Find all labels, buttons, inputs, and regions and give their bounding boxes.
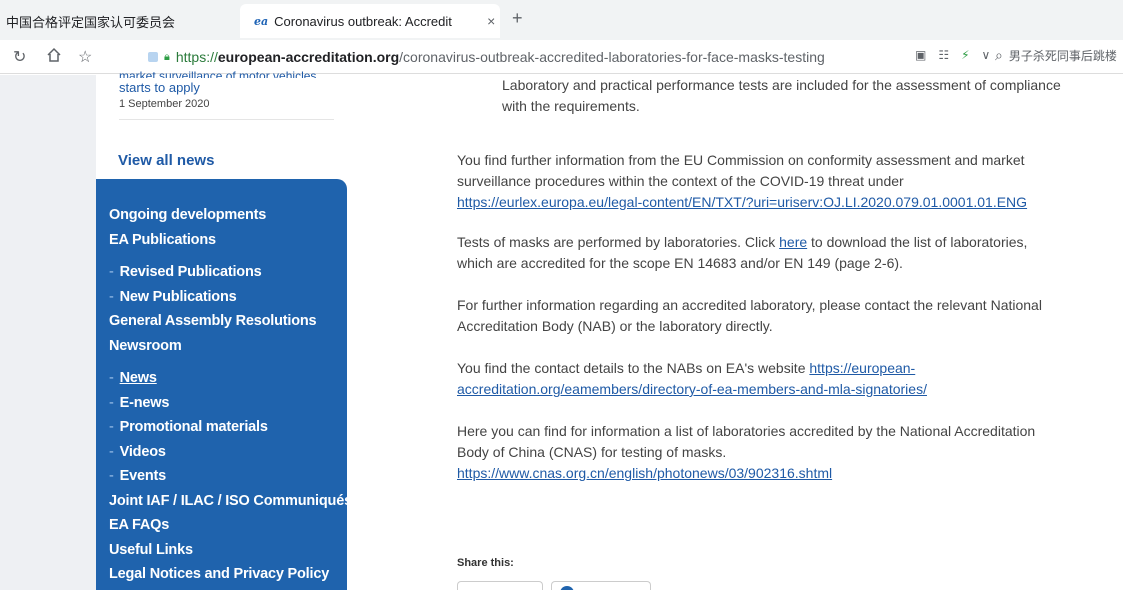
lock-icon: 🔒︎	[164, 50, 170, 63]
nav-events[interactable]: - Events	[96, 464, 347, 489]
tab-label: Coronavirus outbreak: Accredit	[274, 13, 452, 29]
tab-coronavirus-outbreak[interactable]: ea Coronavirus outbreak: Accredit ×	[240, 4, 500, 38]
new-tab-button[interactable]: +	[512, 8, 523, 29]
grid-icon[interactable]: ☷	[938, 48, 949, 62]
nav-joint-communiques[interactable]: Joint IAF / ILAC / ISO Communiqués	[96, 489, 352, 514]
paragraph-further-info: For further information regarding an acc…	[457, 297, 1042, 334]
search-icon: ⌕	[995, 47, 1003, 63]
view-all-news-link[interactable]: View all news	[118, 152, 214, 169]
paragraph-text: Tests of masks are performed by laborato…	[457, 234, 780, 250]
nav-e-news[interactable]: - E-news	[96, 391, 347, 416]
nav-ongoing-developments[interactable]: Ongoing developments	[96, 203, 347, 228]
lightning-icon[interactable]: ⚡︎	[961, 48, 969, 62]
nav-legal-notices[interactable]: Legal Notices and Privacy Policy	[96, 562, 347, 587]
nav-promotional-materials[interactable]: - Promotional materials	[96, 415, 347, 440]
share-button-1[interactable]	[457, 581, 543, 590]
nav-newsroom[interactable]: Newsroom	[96, 334, 347, 359]
nav-news[interactable]: - News	[96, 366, 347, 391]
download-list-link[interactable]: here	[779, 234, 807, 250]
reload-icon[interactable]: ↻	[13, 47, 26, 67]
nav-ea-faqs[interactable]: EA FAQs	[96, 513, 347, 538]
tab-cnas[interactable]: 中国合格评定国家认可委员会	[0, 4, 240, 38]
paragraph-contact-details: You find the contact details to the NABs…	[457, 358, 1057, 400]
social-icon	[560, 586, 574, 590]
cnas-link[interactable]: https://www.cnas.org.cn/english/photonew…	[457, 465, 832, 481]
intro-paragraph: Laboratory and practical performance tes…	[502, 77, 1061, 114]
shield-icon	[148, 52, 158, 62]
tab-label: 中国合格评定国家认可委员会	[6, 14, 176, 30]
close-tab-icon[interactable]: ×	[487, 13, 495, 29]
paragraph-text: Here you can find for information a list…	[457, 423, 1036, 460]
eurlex-link[interactable]: https://eurlex.europa.eu/legal-content/E…	[457, 194, 1027, 210]
home-icon[interactable]	[46, 47, 62, 68]
sidebar-nav: Ongoing developments EA Publications - Re…	[96, 179, 352, 590]
left-gutter	[0, 75, 96, 590]
search-text: 男子杀死同事后跳楼	[1008, 49, 1117, 63]
reader-mode-icon[interactable]: ▣	[915, 48, 926, 62]
search-box[interactable]: ⌕ 男子杀死同事后跳楼	[995, 47, 1123, 64]
nav-general-assembly-resolutions[interactable]: General Assembly Resolutions	[96, 309, 347, 334]
ea-favicon-icon: ea	[254, 14, 269, 28]
paragraph-tests-of-masks: Tests of masks are performed by laborato…	[457, 232, 1057, 274]
chevron-down-icon[interactable]: ∨	[982, 48, 991, 62]
browser-tab-bar: 中国合格评定国家认可委员会 ea Coronavirus outbreak: A…	[0, 0, 1123, 40]
news-teaser-link[interactable]: starts to apply	[119, 80, 200, 95]
page: market surveillance of motor vehicles st…	[0, 69, 1123, 590]
share-label: Share this:	[457, 557, 514, 569]
bookmark-star-icon[interactable]: ☆	[78, 47, 92, 67]
share-button-2[interactable]	[551, 581, 651, 590]
address-bar[interactable]: 🔒︎ https://european-accreditation.org/co…	[148, 46, 910, 68]
paragraph-text: You find the contact details to the NABs…	[457, 360, 810, 376]
news-teaser-cut-title[interactable]: market surveillance of motor vehicles	[119, 69, 329, 78]
toolbar-actions: ▣ ☷ ⚡︎ ∨	[915, 48, 990, 62]
nav-revised-publications[interactable]: - Revised Publications	[96, 260, 347, 285]
url-scheme: https://	[175, 49, 218, 65]
paragraph-cnas: Here you can find for information a list…	[457, 421, 1057, 484]
paragraph-text: You find further information from the EU…	[457, 152, 1025, 189]
news-teaser-date: 1 September 2020	[119, 98, 210, 110]
news-teaser: market surveillance of motor vehicles st…	[119, 69, 334, 120]
nav-new-publications[interactable]: - New Publications	[96, 285, 347, 310]
nav-videos[interactable]: - Videos	[96, 440, 347, 465]
nav-useful-links[interactable]: Useful Links	[96, 538, 347, 563]
paragraph-eu-commission: You find further information from the EU…	[457, 150, 1057, 213]
nav-ea-publications[interactable]: EA Publications	[96, 228, 347, 253]
url-domain: european-accreditation.org	[217, 49, 400, 65]
url-path: /coronavirus-outbreak-accredited-laborat…	[399, 49, 825, 65]
